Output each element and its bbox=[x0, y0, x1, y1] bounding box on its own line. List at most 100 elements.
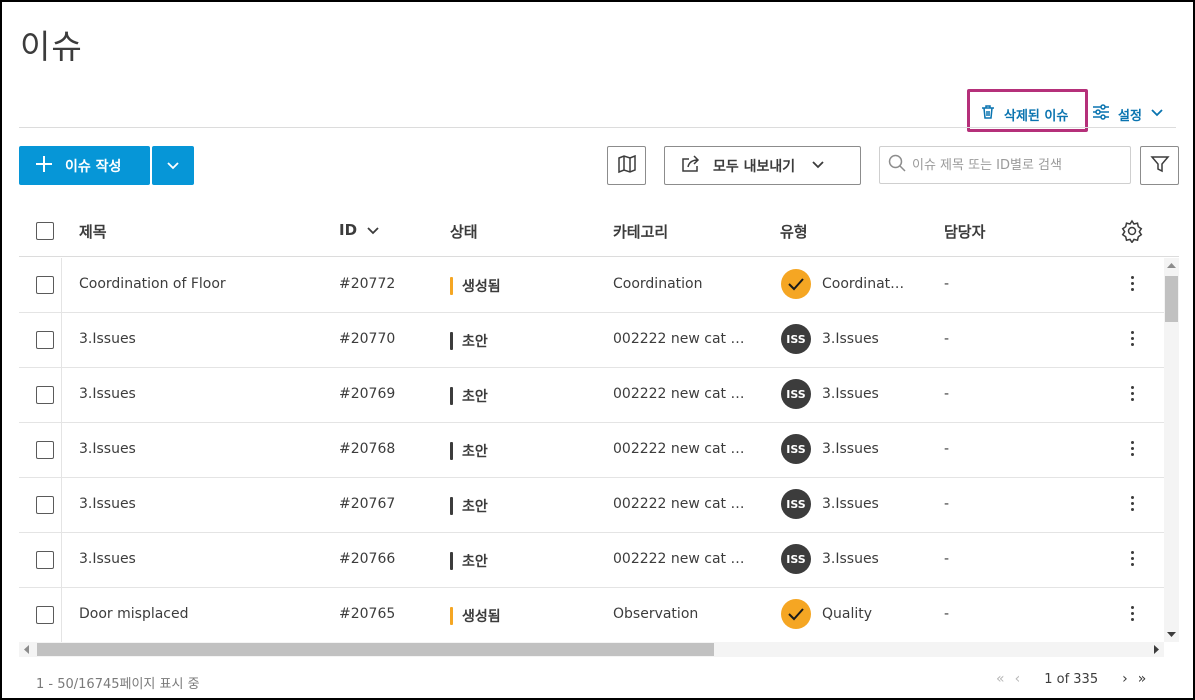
filter-button[interactable] bbox=[1140, 146, 1179, 185]
row-type: ISS 3.Issues bbox=[781, 324, 879, 354]
table-row[interactable]: 3.Issues #20768 초안 002222 new cat … ISS 3… bbox=[19, 423, 1164, 478]
column-id[interactable]: ID bbox=[339, 221, 379, 239]
column-type[interactable]: 유형 bbox=[780, 221, 808, 242]
row-more-icon[interactable] bbox=[1122, 496, 1142, 511]
column-settings-gear-icon[interactable] bbox=[1120, 219, 1144, 243]
export-all-label: 모두 내보내기 bbox=[713, 158, 796, 175]
row-id: #20767 bbox=[339, 496, 396, 512]
table-row[interactable]: Door misplaced #20765 생성됨 Observation Qu… bbox=[19, 588, 1164, 642]
row-more-icon[interactable] bbox=[1122, 441, 1142, 456]
row-type: ISS 3.Issues bbox=[781, 379, 879, 409]
row-title[interactable]: Door misplaced bbox=[79, 606, 189, 622]
row-checkbox[interactable] bbox=[36, 331, 54, 349]
row-status: 초안 bbox=[450, 551, 488, 571]
create-issue-dropdown-button[interactable] bbox=[152, 146, 194, 185]
row-more-icon[interactable] bbox=[1122, 331, 1142, 346]
page-indicator: 1 of 335 bbox=[1044, 672, 1098, 687]
row-more-icon[interactable] bbox=[1122, 386, 1142, 401]
scroll-up-icon[interactable] bbox=[1167, 262, 1176, 268]
search-box[interactable] bbox=[879, 146, 1131, 184]
column-status[interactable]: 상태 bbox=[450, 221, 478, 242]
row-status-label: 초안 bbox=[462, 554, 488, 570]
check-icon bbox=[781, 269, 811, 299]
last-page-icon[interactable]: » bbox=[1138, 671, 1147, 687]
status-bar bbox=[450, 497, 453, 515]
first-page-icon[interactable]: « bbox=[996, 671, 1005, 687]
table-body: Coordination of Floor #20772 생성됨 Coordin… bbox=[19, 258, 1164, 642]
row-category: Observation bbox=[613, 606, 699, 622]
page-current: 1 bbox=[1044, 671, 1053, 687]
status-bar bbox=[450, 607, 453, 625]
row-category: 002222 new cat … bbox=[613, 551, 745, 567]
row-title[interactable]: 3.Issues bbox=[79, 551, 136, 567]
select-all-checkbox[interactable] bbox=[36, 222, 54, 240]
row-type-label: 3.Issues bbox=[822, 386, 879, 402]
horizontal-scrollbar[interactable] bbox=[19, 642, 1164, 657]
row-id: #20769 bbox=[339, 386, 396, 402]
scroll-down-icon[interactable] bbox=[1167, 632, 1176, 638]
table-row[interactable]: 3.Issues #20767 초안 002222 new cat … ISS 3… bbox=[19, 478, 1164, 533]
trash-icon bbox=[980, 104, 996, 124]
row-type-label: 3.Issues bbox=[822, 551, 879, 567]
table-row[interactable]: 3.Issues #20769 초안 002222 new cat … ISS 3… bbox=[19, 368, 1164, 423]
row-checkbox[interactable] bbox=[36, 386, 54, 404]
row-status-label: 초안 bbox=[462, 389, 488, 405]
iss-badge-icon: ISS bbox=[781, 544, 811, 574]
row-type: ISS 3.Issues bbox=[781, 434, 879, 464]
row-checkbox[interactable] bbox=[36, 606, 54, 624]
row-category: 002222 new cat … bbox=[613, 496, 745, 512]
row-checkbox[interactable] bbox=[36, 276, 54, 294]
deleted-issues-label: 삭제된 이슈 bbox=[1004, 108, 1069, 124]
row-checkbox[interactable] bbox=[36, 441, 54, 459]
row-id: #20772 bbox=[339, 276, 396, 292]
row-checkbox[interactable] bbox=[36, 551, 54, 569]
row-more-icon[interactable] bbox=[1122, 276, 1142, 291]
page-title: 이슈 bbox=[20, 27, 83, 66]
map-icon bbox=[617, 154, 637, 178]
row-title[interactable]: 3.Issues bbox=[79, 496, 136, 512]
export-all-button[interactable]: 모두 내보내기 bbox=[664, 146, 861, 185]
row-category: 002222 new cat … bbox=[613, 331, 745, 347]
row-more-icon[interactable] bbox=[1122, 606, 1142, 621]
row-checkbox-cell bbox=[19, 533, 62, 588]
map-view-button[interactable] bbox=[607, 146, 646, 185]
settings-dropdown[interactable]: 설정 bbox=[1092, 104, 1164, 124]
table-row[interactable]: Coordination of Floor #20772 생성됨 Coordin… bbox=[19, 258, 1164, 313]
table-row[interactable]: 3.Issues #20766 초안 002222 new cat … ISS 3… bbox=[19, 533, 1164, 588]
row-assignee: - bbox=[944, 551, 950, 567]
sort-down-icon bbox=[367, 221, 379, 239]
status-bar bbox=[450, 332, 453, 350]
vertical-scroll-thumb[interactable] bbox=[1165, 276, 1178, 322]
row-id: #20765 bbox=[339, 606, 396, 622]
column-assignee[interactable]: 담당자 bbox=[944, 221, 985, 242]
scroll-left-icon[interactable] bbox=[23, 645, 29, 654]
row-checkbox[interactable] bbox=[36, 496, 54, 514]
row-title[interactable]: 3.Issues bbox=[79, 441, 136, 457]
row-title[interactable]: Coordination of Floor bbox=[79, 276, 226, 292]
row-id: #20768 bbox=[339, 441, 396, 457]
table-header: 제목 ID 상태 카테고리 유형 담당자 bbox=[19, 207, 1179, 257]
prev-page-icon[interactable]: ‹ bbox=[1015, 671, 1021, 687]
status-bar bbox=[450, 552, 453, 570]
status-bar bbox=[450, 442, 453, 460]
scroll-right-icon[interactable] bbox=[1154, 645, 1160, 654]
row-type: ISS 3.Issues bbox=[781, 489, 879, 519]
row-type-label: Quality bbox=[822, 606, 873, 622]
row-more-icon[interactable] bbox=[1122, 551, 1142, 566]
next-page-icon[interactable]: › bbox=[1122, 671, 1128, 687]
row-title[interactable]: 3.Issues bbox=[79, 386, 136, 402]
vertical-scrollbar[interactable] bbox=[1164, 258, 1179, 642]
column-category[interactable]: 카테고리 bbox=[613, 221, 668, 242]
column-title[interactable]: 제목 bbox=[79, 221, 107, 242]
search-input[interactable] bbox=[912, 157, 1122, 173]
deleted-issues-link[interactable]: 삭제된 이슈 bbox=[980, 104, 1068, 124]
row-title[interactable]: 3.Issues bbox=[79, 331, 136, 347]
horizontal-scroll-thumb[interactable] bbox=[37, 643, 714, 656]
table-row[interactable]: 3.Issues #20770 초안 002222 new cat … ISS 3… bbox=[19, 313, 1164, 368]
page-of: of 335 bbox=[1056, 671, 1099, 687]
check-icon bbox=[781, 599, 811, 629]
create-issue-button[interactable]: 이슈 작성 bbox=[19, 146, 150, 185]
row-status-label: 초안 bbox=[462, 444, 488, 460]
row-id: #20766 bbox=[339, 551, 396, 567]
row-status-label: 생성됨 bbox=[462, 279, 501, 295]
